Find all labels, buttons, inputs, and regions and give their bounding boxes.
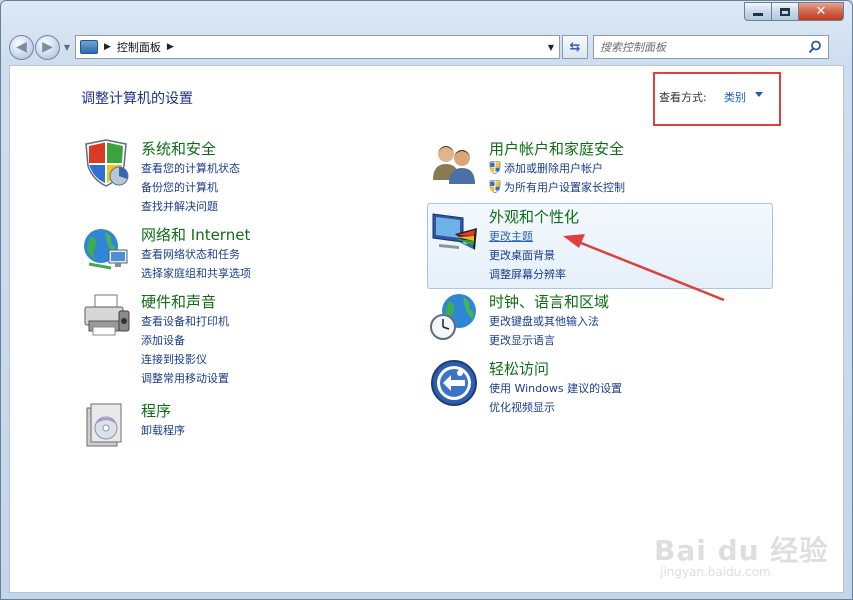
refresh-button[interactable]: ⇆ [562,35,588,59]
maximize-icon [780,7,790,16]
close-button[interactable]: ✕ [799,2,844,21]
minimize-button[interactable] [744,2,772,21]
watermark-url: jingyan.baidu.com [660,565,771,579]
forward-arrow-icon: ▶ [42,39,53,55]
back-arrow-icon: ◀ [16,39,27,55]
breadcrumb-separator-icon[interactable]: ▶ [167,42,174,52]
maximize-button[interactable] [772,2,799,21]
caption-buttons: ✕ [744,2,844,21]
search-icon[interactable] [808,40,822,54]
breadcrumb-control-panel[interactable]: 控制面板 [117,39,161,55]
minimize-icon [753,13,763,16]
search-input[interactable] [600,37,800,57]
refresh-icon: ⇆ [569,39,581,55]
back-button[interactable]: ◀ [9,34,34,60]
content-pane: 调整计算机的设置 查看方式: 类别 系统和安全 查看您的计算机状态 备份您的计算… [9,65,844,593]
control-panel-window: ✕ ◀ ▶ ▼ ▶ 控制面板 ▶ ▼ ⇆ 调整计算机的设置 查看方式: 类别 [0,0,853,600]
baidu-watermark: Bai du 经验 jingyan.baidu.com [650,521,827,600]
breadcrumb-separator-icon[interactable]: ▶ [104,42,111,52]
close-icon: ✕ [815,4,827,19]
address-dropdown-button[interactable]: ▼ [543,36,559,58]
navigation-bar: ◀ ▶ ▼ ▶ 控制面板 ▶ ▼ ⇆ [9,34,844,60]
search-box[interactable] [593,35,829,59]
watermark-main: Bai du 经验 [654,534,829,567]
annotation-arrow [563,234,725,302]
forward-button[interactable]: ▶ [35,34,60,60]
recent-pages-dropdown[interactable]: ▼ [62,43,72,52]
address-bar[interactable]: ▶ 控制面板 ▶ ▼ [75,35,560,59]
control-panel-icon [80,40,98,54]
